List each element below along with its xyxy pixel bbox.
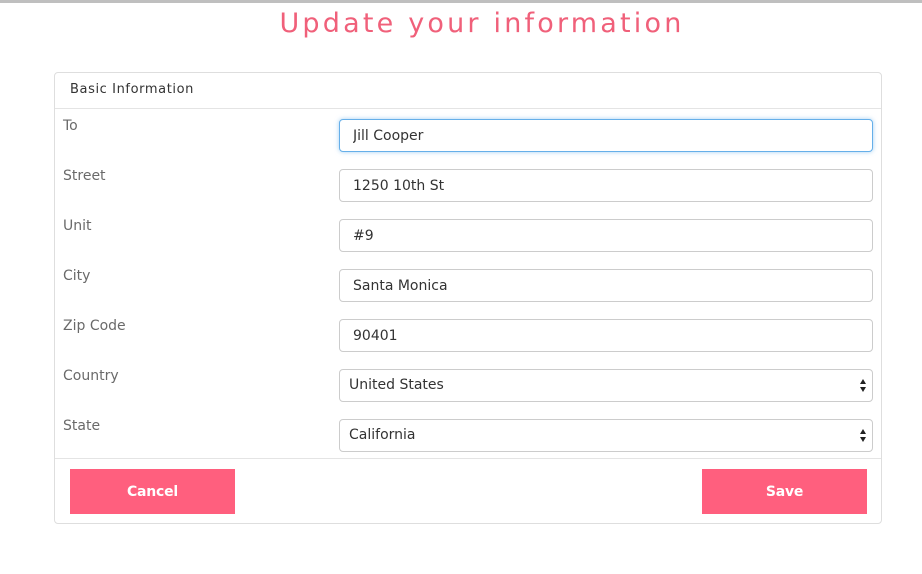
cancel-button[interactable]: Cancel [70,469,235,514]
state-select[interactable]: California [339,419,873,452]
page-title: Update your information [279,8,685,39]
city-label: City [63,268,91,284]
state-label: State [63,418,101,434]
street-label: Street [63,168,106,184]
country-select[interactable]: United States [339,369,873,402]
form-row-state: State California [55,418,881,452]
basic-information-panel: Basic Information To Street Unit City Zi… [54,72,882,524]
to-label: To [63,118,78,134]
select-arrows-icon [860,429,867,443]
select-arrows-icon [860,379,867,393]
city-input[interactable] [339,269,873,302]
street-input[interactable] [339,169,873,202]
form-row-street: Street [55,168,881,202]
country-select-value: United States [349,377,444,393]
top-divider [0,0,922,3]
zip-code-label: Zip Code [63,318,126,334]
form-row-country: Country United States [55,368,881,402]
state-select-value: California [349,427,416,443]
zip-code-input[interactable] [339,319,873,352]
unit-input[interactable] [339,219,873,252]
panel-footer: Cancel Save [55,458,881,525]
form-row-city: City [55,268,881,302]
country-label: Country [63,368,119,384]
save-button[interactable]: Save [702,469,867,514]
panel-heading: Basic Information [55,73,881,109]
form-row-zip-code: Zip Code [55,318,881,352]
form-row-unit: Unit [55,218,881,252]
to-input[interactable] [339,119,873,152]
unit-label: Unit [63,218,92,234]
form-row-to: To [55,118,881,152]
panel-heading-label: Basic Information [70,82,195,97]
